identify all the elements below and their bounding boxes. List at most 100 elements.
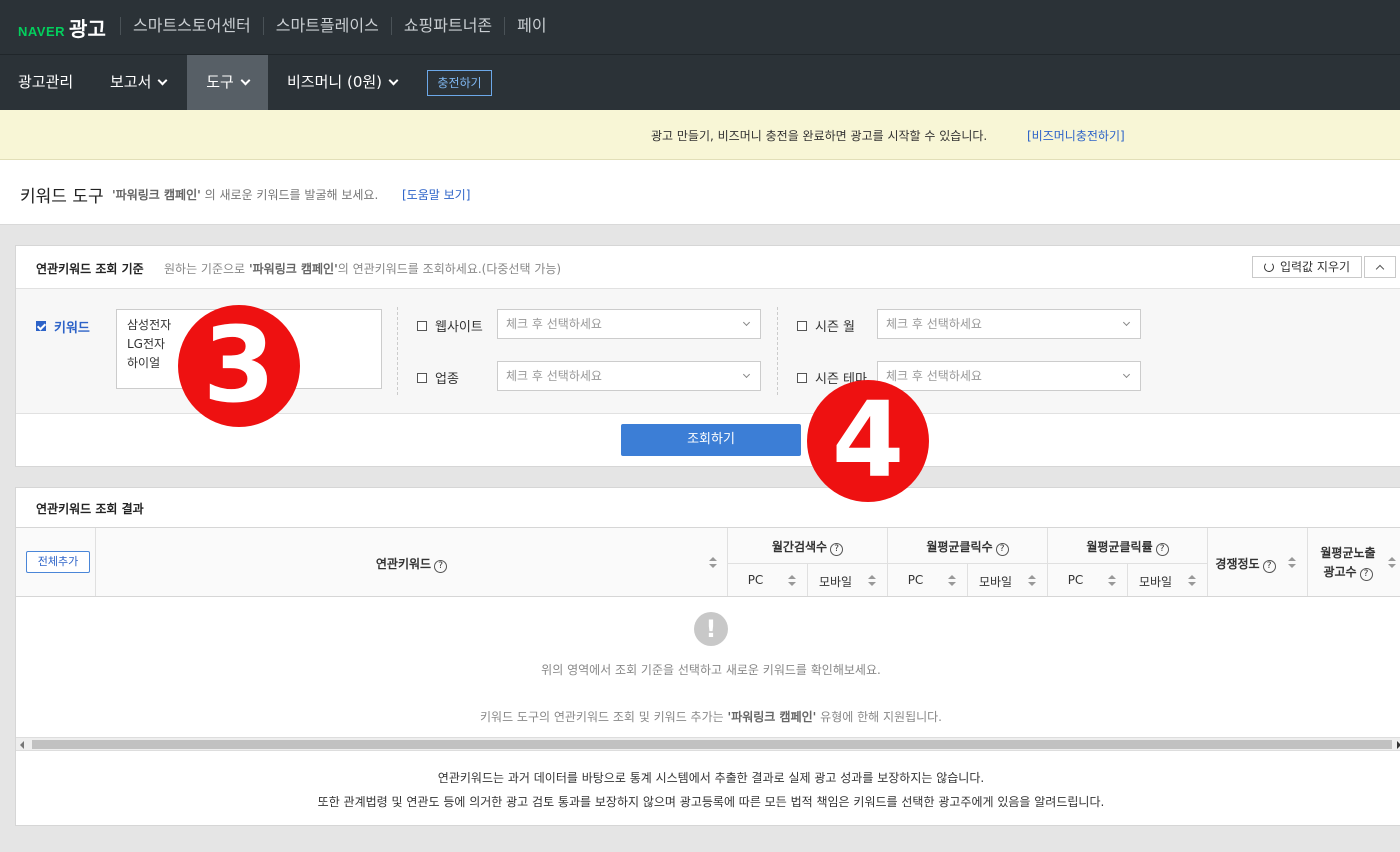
col-avg-clicks-label: 월평균클릭수 <box>926 540 993 554</box>
sub-pc[interactable]: PC <box>728 573 783 587</box>
col-avg-clicks: 월평균클릭수? <box>888 538 1047 556</box>
link-smartplace[interactable]: 스마트플레이스 <box>262 17 391 35</box>
nav-reports[interactable]: 보고서 <box>110 55 168 110</box>
top-links: 스마트스토어센터 스마트플레이스 쇼핑파트너존 페이 <box>120 17 559 35</box>
col-impressions[interactable]: 월평균노출 광고수? <box>1308 544 1388 582</box>
website-select-placeholder: 체크 후 선택하세요 <box>506 317 602 331</box>
col-competition-label: 경쟁정도 <box>1215 557 1260 571</box>
col-monthly-search: 월간검색수? <box>728 538 887 556</box>
chevron-down-icon <box>240 75 251 86</box>
industry-checkbox[interactable] <box>417 373 427 383</box>
sub-mobile[interactable]: 모바일 <box>968 573 1023 590</box>
help-icon[interactable]: ? <box>1359 568 1373 581</box>
page-subtitle-text: 의 새로운 키워드를 발굴해 보세요. <box>204 188 379 202</box>
nav-bizmoney[interactable]: 비즈머니 (0원) <box>287 55 399 110</box>
results-title: 연관키워드 조회 결과 <box>36 502 144 516</box>
help-icon[interactable]: ? <box>1155 543 1169 556</box>
naver-ad-logo[interactable]: NAVER 광고 <box>18 13 106 42</box>
exclamation-icon: ! <box>694 612 728 646</box>
disclaimer-line-2: 또한 관계법령 및 연관도 등에 의거한 광고 검토 통과를 보장하지 않으며 … <box>317 795 1105 809</box>
nav-ad-management-label: 광고관리 <box>18 73 74 91</box>
sort-icon[interactable] <box>1188 575 1196 587</box>
help-icon[interactable]: ? <box>995 543 1009 556</box>
sort-icon[interactable] <box>1108 575 1116 587</box>
disclaimer-line-1: 연관키워드는 과거 데이터를 바탕으로 통계 시스템에서 추출한 결과로 실제 … <box>437 771 985 785</box>
scroll-left-arrow-icon[interactable] <box>20 741 24 749</box>
nav-bizmoney-label: 비즈머니 (0원) <box>287 73 383 91</box>
chevron-down-icon <box>157 75 168 86</box>
nav-tools-label: 도구 <box>206 73 234 91</box>
sub-mobile[interactable]: 모바일 <box>808 573 863 590</box>
notice-text: 광고 만들기, 비즈머니 충전을 완료하면 광고를 시작할 수 있습니다. <box>651 129 988 143</box>
collapse-button[interactable] <box>1364 256 1396 278</box>
sort-icon[interactable] <box>948 575 956 587</box>
industry-select-placeholder: 체크 후 선택하세요 <box>506 369 602 383</box>
keyword-label: 키워드 <box>54 321 90 336</box>
page-subtitle: '파워링크 캠페인' 의 새로운 키워드를 발굴해 보세요. <box>112 186 378 203</box>
divider <box>397 307 398 395</box>
support-note-pre: 키워드 도구의 연관키워드 조회 및 키워드 추가는 <box>479 710 724 724</box>
season-theme-select[interactable]: 체크 후 선택하세요 <box>877 361 1141 391</box>
website-select[interactable]: 체크 후 선택하세요 <box>497 309 761 339</box>
criteria-title: 연관키워드 조회 기준 <box>36 262 144 276</box>
charge-button[interactable]: 충전하기 <box>427 70 492 96</box>
help-link[interactable]: [도움말 보기] <box>402 186 470 203</box>
industry-label: 업종 <box>435 372 459 387</box>
sort-icon[interactable] <box>1288 557 1296 569</box>
naver-logo-text: NAVER <box>18 24 66 39</box>
col-impressions-label-1: 월평균노출 <box>1320 546 1376 560</box>
criteria-description: 원하는 기준으로 '파워링크 캠페인'의 연관키워드를 조회하세요.(다중선택 … <box>164 260 561 277</box>
help-icon[interactable]: ? <box>1262 560 1276 573</box>
col-avg-ctr-label: 월평균클릭률 <box>1086 540 1153 554</box>
sort-icon[interactable] <box>1388 557 1396 569</box>
scrollbar-thumb[interactable] <box>32 740 1392 749</box>
top-bar: NAVER 광고 스마트스토어센터 스마트플레이스 쇼핑파트너존 페이 <box>0 0 1400 55</box>
col-avg-ctr: 월평균클릭률? <box>1048 538 1207 556</box>
season-month-label: 시즌 월 <box>815 320 856 335</box>
main-nav: 광고관리 보고서 도구 비즈머니 (0원) <box>0 55 1400 110</box>
col-competition[interactable]: 경쟁정도? <box>1208 555 1283 573</box>
reset-inputs-button[interactable]: 입력값 지우기 <box>1252 256 1362 278</box>
sort-icon[interactable] <box>868 575 876 587</box>
season-month-select[interactable]: 체크 후 선택하세요 <box>877 309 1141 339</box>
page-title: 키워드 도구 <box>20 187 104 207</box>
nav-ad-management[interactable]: 광고관리 <box>18 55 73 110</box>
support-note-campaign: '파워링크 캠페인' <box>727 710 817 724</box>
sub-mobile[interactable]: 모바일 <box>1128 573 1183 590</box>
chevron-down-icon <box>742 318 751 327</box>
season-month-select-placeholder: 체크 후 선택하세요 <box>886 317 982 331</box>
col-related-keyword[interactable]: 연관키워드? <box>96 555 727 573</box>
website-checkbox[interactable] <box>417 321 427 331</box>
empty-message: 위의 영역에서 조회 기준을 선택하고 새로운 키워드를 확인해보세요. <box>541 663 881 677</box>
link-pay[interactable]: 페이 <box>504 17 558 35</box>
season-theme-checkbox[interactable] <box>797 373 807 383</box>
criteria-desc-pre: 원하는 기준으로 <box>164 262 246 276</box>
chevron-up-icon <box>1375 264 1385 274</box>
add-all-button[interactable]: 전체추가 <box>26 551 90 573</box>
notice-banner: 광고 만들기, 비즈머니 충전을 완료하면 광고를 시작할 수 있습니다. [비… <box>0 110 1400 160</box>
horizontal-scrollbar[interactable] <box>16 737 1400 751</box>
bizmoney-charge-link[interactable]: [비즈머니충전하기] <box>1027 127 1125 144</box>
ad-logo-text: 광고 <box>69 17 106 41</box>
support-note: 키워드 도구의 연관키워드 조회 및 키워드 추가는 '파워링크 캠페인' 유형… <box>16 708 1400 725</box>
sort-icon[interactable] <box>788 575 796 587</box>
col-related-keyword-label: 연관키워드 <box>375 557 432 571</box>
sort-icon[interactable] <box>709 557 717 569</box>
season-month-checkbox[interactable] <box>797 321 807 331</box>
help-icon[interactable]: ? <box>830 543 844 556</box>
sub-pc[interactable]: PC <box>888 573 943 587</box>
sort-icon[interactable] <box>1028 575 1036 587</box>
step-marker-4: 4 <box>807 380 929 502</box>
link-smartstore[interactable]: 스마트스토어센터 <box>120 17 263 35</box>
help-icon[interactable]: ? <box>434 560 448 573</box>
results-table-header: 전체추가 연관키워드? 월간검색수? 월평균클릭수? 월평균클릭률? 경쟁정도?… <box>16 527 1400 597</box>
link-shopping-partner[interactable]: 쇼핑파트너존 <box>390 17 504 35</box>
sub-pc[interactable]: PC <box>1048 573 1103 587</box>
industry-select[interactable]: 체크 후 선택하세요 <box>497 361 761 391</box>
keyword-checkbox[interactable] <box>36 321 46 331</box>
reset-inputs-label: 입력값 지우기 <box>1279 260 1351 274</box>
search-button[interactable]: 조회하기 <box>621 424 801 456</box>
col-impressions-label-2: 광고수 <box>1323 565 1357 579</box>
nav-tools[interactable]: 도구 <box>187 55 268 110</box>
col-monthly-search-label: 월간검색수 <box>771 540 828 554</box>
